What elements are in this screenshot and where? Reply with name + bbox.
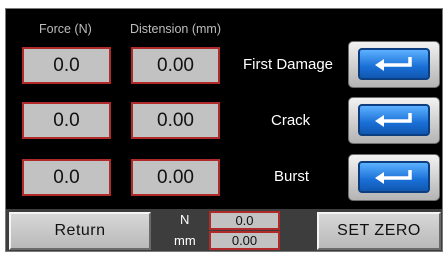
burst-label: Burst (274, 168, 310, 185)
burst-distension-field: 0.00 (131, 159, 220, 196)
burst-force-field: 0.0 (22, 159, 111, 196)
enter-arrow-icon (375, 113, 412, 127)
enter-button-face (358, 104, 430, 136)
first-damage-enter-button[interactable] (348, 41, 440, 88)
enter-arrow-icon (375, 57, 412, 71)
hmi-screen: Force (N) Distension (mm) 0.0 0.00 First… (5, 8, 443, 252)
live-force-unit: N (180, 212, 190, 227)
first-damage-force-field: 0.0 (22, 47, 111, 84)
enter-button-face (358, 161, 430, 193)
bottom-bar: Return N 0.0 mm 0.00 SET ZERO (6, 209, 442, 251)
crack-force-field: 0.0 (22, 102, 111, 139)
set-zero-button[interactable]: SET ZERO (317, 212, 441, 250)
crack-enter-button[interactable] (348, 97, 440, 144)
enter-button-face (358, 48, 430, 80)
enter-arrow-icon (375, 170, 412, 184)
return-button[interactable]: Return (9, 212, 151, 250)
crack-distension-field: 0.00 (131, 102, 220, 139)
live-distension-field: 0.00 (209, 231, 280, 250)
live-force-field: 0.0 (209, 211, 280, 230)
burst-enter-button[interactable] (348, 154, 440, 201)
first-damage-distension-field: 0.00 (131, 47, 220, 84)
distension-column-header: Distension (mm) (130, 22, 221, 36)
live-distension-unit: mm (174, 233, 196, 248)
force-column-header: Force (N) (39, 22, 92, 36)
first-damage-label: First Damage (243, 56, 334, 73)
crack-label: Crack (271, 112, 311, 129)
